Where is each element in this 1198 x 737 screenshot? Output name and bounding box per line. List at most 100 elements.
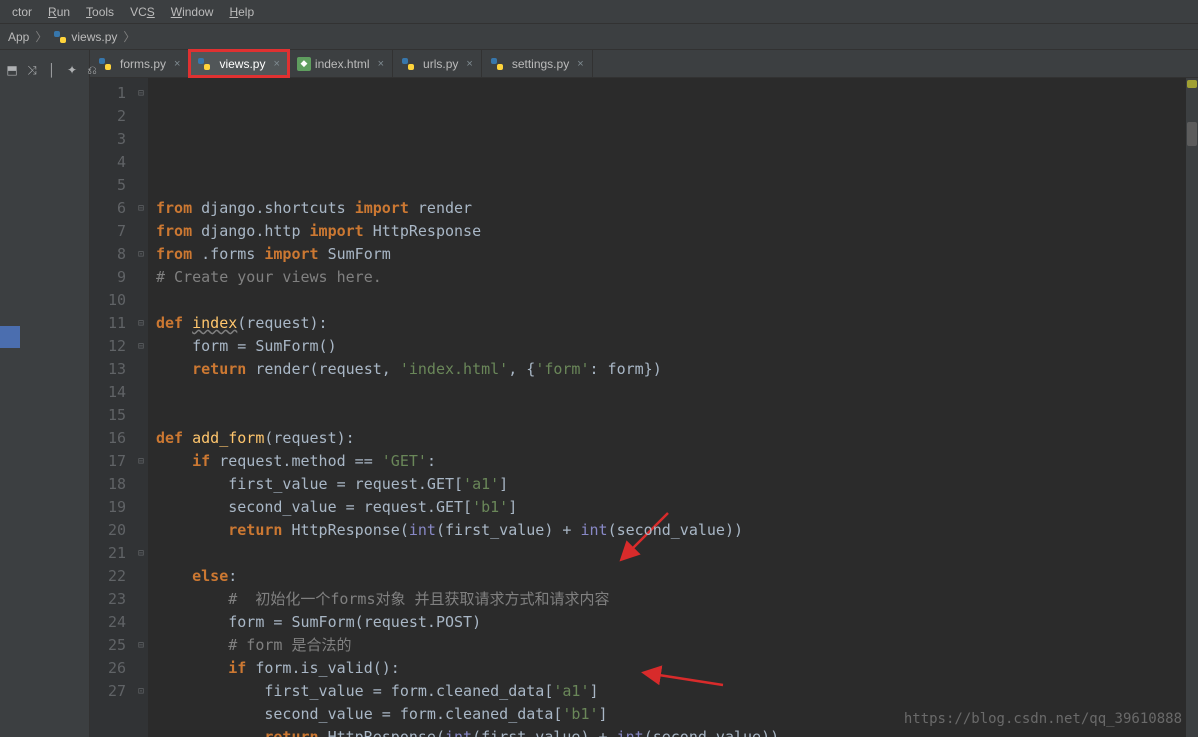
editor-tab-forms-py[interactable]: forms.py ×	[90, 50, 189, 77]
code-line[interactable]: if request.method == 'GET':	[156, 450, 1198, 473]
code-line[interactable]	[156, 381, 1198, 404]
fold-marker[interactable]: ⊟	[134, 82, 148, 105]
menu-item-ctor[interactable]: ctor	[4, 5, 40, 19]
fold-marker[interactable]: ⊟	[134, 542, 148, 565]
fold-marker[interactable]: ⊟	[134, 197, 148, 220]
fold-marker	[134, 358, 148, 381]
code-line[interactable]: def index(request):	[156, 312, 1198, 335]
close-icon[interactable]: ×	[577, 58, 583, 70]
line-number: 23	[90, 588, 126, 611]
code-line[interactable]: # form 是合法的	[156, 634, 1198, 657]
line-number-gutter: 1234567891011121314151617181920212223242…	[90, 78, 134, 737]
code-line[interactable]: def add_form(request):	[156, 427, 1198, 450]
line-number: 3	[90, 128, 126, 151]
toolbar-icon[interactable]: ⤨	[24, 62, 40, 78]
code-line[interactable]: form = SumForm()	[156, 335, 1198, 358]
fold-marker	[134, 128, 148, 151]
python-file-icon	[98, 57, 112, 71]
editor-tab-index-html[interactable]: ◆ index.html ×	[289, 50, 393, 77]
editor-tab-urls-py[interactable]: urls.py×	[393, 50, 482, 77]
menu-item-help[interactable]: Help	[221, 5, 262, 19]
line-number: 22	[90, 565, 126, 588]
close-icon[interactable]: ×	[273, 58, 279, 70]
fold-marker	[134, 174, 148, 197]
fold-marker[interactable]: ⊟	[134, 312, 148, 335]
menu-item-run[interactable]: Run	[40, 5, 78, 19]
fold-marker[interactable]: ⊡	[134, 680, 148, 703]
editor-tab-views-py[interactable]: views.py ×	[189, 50, 288, 77]
code-line[interactable]: form = SumForm(request.POST)	[156, 611, 1198, 634]
menu-item-tools[interactable]: Tools	[78, 5, 122, 19]
code-line[interactable]: first_value = request.GET['a1']	[156, 473, 1198, 496]
tab-label: views.py	[219, 57, 265, 71]
code-line[interactable]: second_value = request.GET['b1']	[156, 496, 1198, 519]
python-file-icon	[197, 57, 211, 71]
line-number: 5	[90, 174, 126, 197]
python-file-icon	[401, 57, 415, 71]
close-icon[interactable]: ×	[378, 58, 384, 70]
line-number: 14	[90, 381, 126, 404]
toolbar-icon[interactable]: ⬒	[4, 62, 20, 78]
line-number: 21	[90, 542, 126, 565]
code-line[interactable]: # Create your views here.	[156, 266, 1198, 289]
line-number: 1	[90, 82, 126, 105]
code-line[interactable]: if form.is_valid():	[156, 657, 1198, 680]
code-line[interactable]: from django.shortcuts import render	[156, 197, 1198, 220]
toolbar-icon[interactable]: ⎌	[84, 62, 100, 78]
line-number: 9	[90, 266, 126, 289]
line-number: 7	[90, 220, 126, 243]
menu-item-window[interactable]: Window	[163, 5, 222, 19]
scrollbar-thumb[interactable]	[1187, 122, 1197, 146]
line-number: 16	[90, 427, 126, 450]
code-line[interactable]	[156, 404, 1198, 427]
code-line[interactable]: return HttpResponse(int(first_value) + i…	[156, 519, 1198, 542]
code-line[interactable]: first_value = form.cleaned_data['a1']	[156, 680, 1198, 703]
python-file-icon	[490, 57, 504, 71]
line-number: 25	[90, 634, 126, 657]
breadcrumb-sep: 〉	[33, 28, 49, 45]
code-line[interactable]: return render(request, 'index.html', {'f…	[156, 358, 1198, 381]
line-number: 13	[90, 358, 126, 381]
fold-marker	[134, 220, 148, 243]
code-line[interactable]: from .forms import SumForm	[156, 243, 1198, 266]
fold-gutter: ⊟⊟⊡⊟⊟⊟⊟⊟⊡	[134, 78, 148, 737]
code-text[interactable]: from django.shortcuts import renderfrom …	[148, 78, 1198, 737]
line-number: 27	[90, 680, 126, 703]
line-number: 12	[90, 335, 126, 358]
fold-marker	[134, 611, 148, 634]
code-line[interactable]: return HttpResponse(int(first_value) + i…	[156, 726, 1198, 737]
menu-item-vcs[interactable]: VCS	[122, 5, 163, 19]
breadcrumb-item[interactable]: views.py	[49, 30, 121, 44]
code-line[interactable]: from django.http import HttpResponse	[156, 220, 1198, 243]
editor-tab-settings-py[interactable]: settings.py×	[482, 50, 593, 77]
fold-marker	[134, 496, 148, 519]
close-icon[interactable]: ×	[174, 58, 180, 70]
fold-marker	[134, 289, 148, 312]
breadcrumb-item[interactable]: App	[4, 30, 33, 44]
fold-marker	[134, 519, 148, 542]
code-line[interactable]: else:	[156, 565, 1198, 588]
tab-label: index.html	[315, 57, 370, 71]
fold-marker[interactable]: ⊡	[134, 243, 148, 266]
toolbar-icon[interactable]: │	[44, 62, 60, 78]
fold-marker	[134, 105, 148, 128]
scrollbar[interactable]	[1186, 78, 1198, 737]
line-number: 8	[90, 243, 126, 266]
code-editor[interactable]: 1234567891011121314151617181920212223242…	[90, 78, 1198, 737]
tab-label: forms.py	[120, 57, 166, 71]
fold-marker[interactable]: ⊟	[134, 450, 148, 473]
line-number: 6	[90, 197, 126, 220]
menu-bar: ctorRunToolsVCSWindowHelp	[0, 0, 1198, 24]
code-line[interactable]: # 初始化一个forms对象 并且获取请求方式和请求内容	[156, 588, 1198, 611]
scrollbar-marker	[1187, 80, 1197, 88]
fold-marker[interactable]: ⊟	[134, 634, 148, 657]
settings-icon[interactable]: ✦	[64, 62, 80, 78]
code-line[interactable]	[156, 289, 1198, 312]
code-line[interactable]	[156, 542, 1198, 565]
breadcrumb: App 〉 views.py 〉	[0, 24, 1198, 50]
close-icon[interactable]: ×	[466, 58, 472, 70]
fold-marker[interactable]: ⊟	[134, 335, 148, 358]
fold-marker	[134, 381, 148, 404]
html-file-icon: ◆	[297, 57, 311, 71]
line-number: 15	[90, 404, 126, 427]
